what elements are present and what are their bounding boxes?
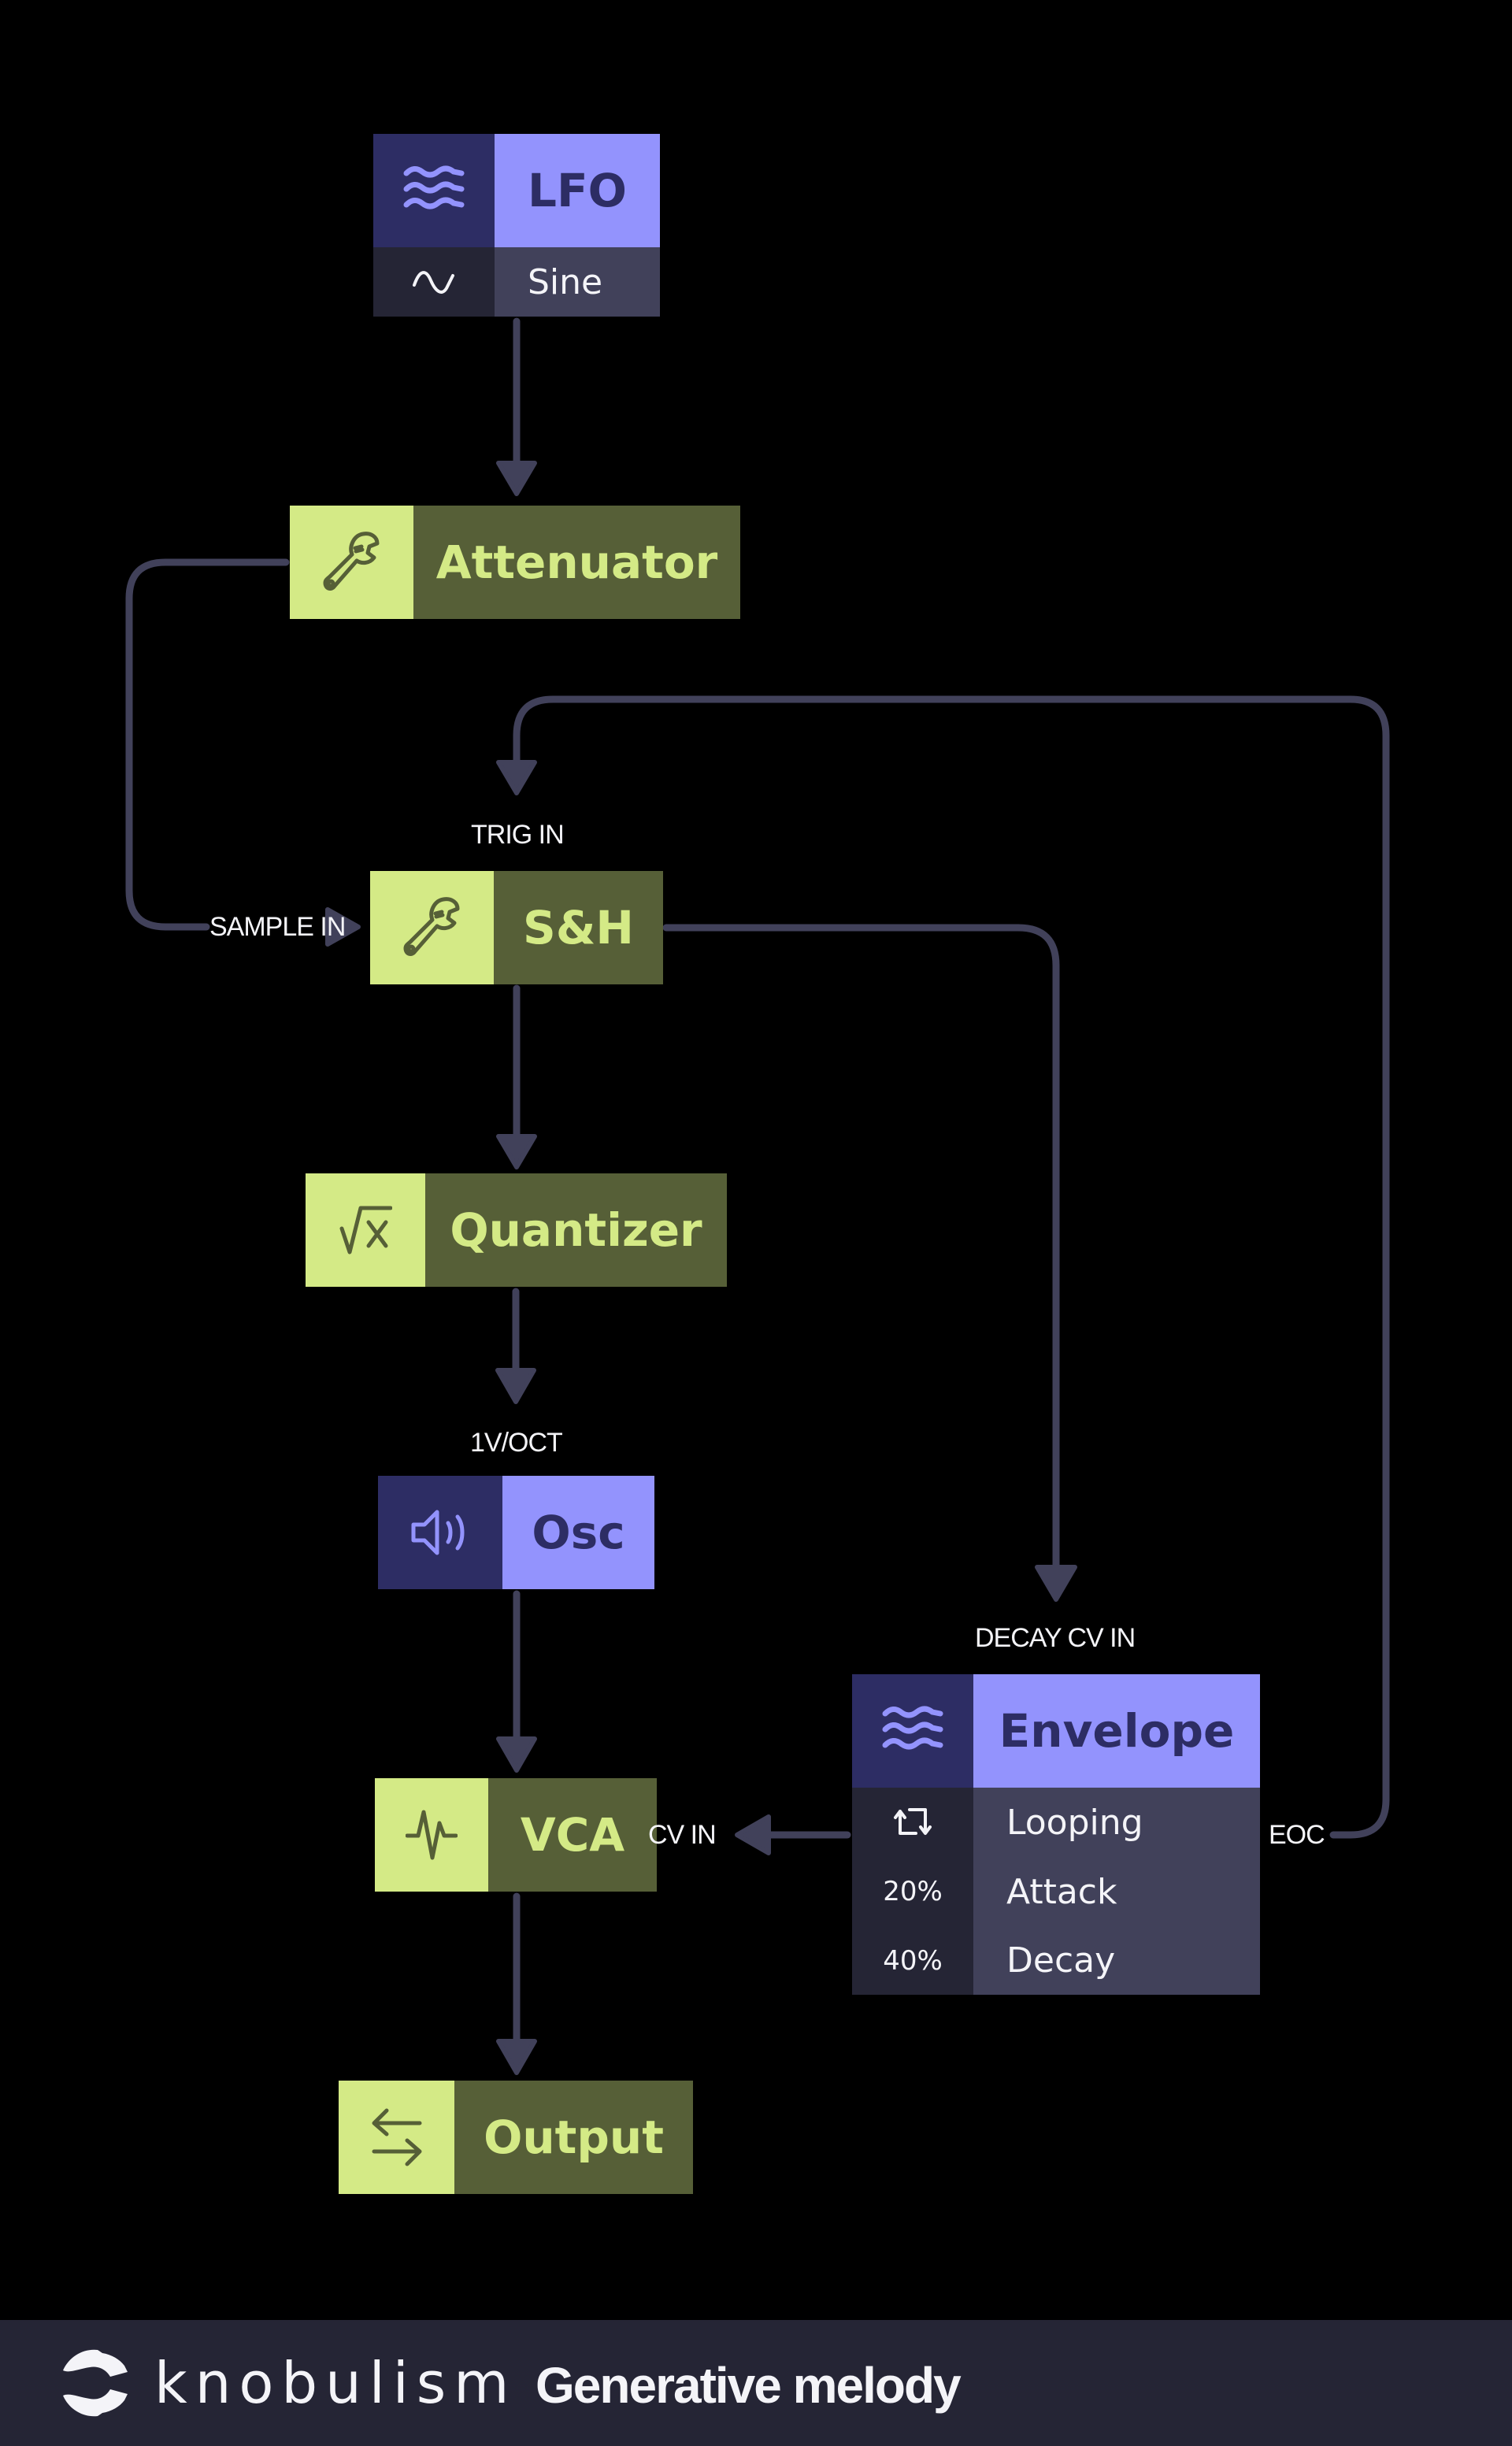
module-output[interactable]: Output <box>339 2081 693 2194</box>
knobulism-logo-icon <box>63 2349 128 2417</box>
wrench-icon <box>290 506 413 619</box>
param-label: Attack <box>973 1857 1260 1926</box>
port-label-1v-oct: 1V/OCT <box>470 1428 563 1458</box>
square-root-icon <box>306 1173 425 1287</box>
arrow-head <box>496 760 537 795</box>
module-lfo[interactable]: LFO Sine <box>373 134 660 317</box>
param-row-attack[interactable]: 20% Attack <box>852 1857 1260 1926</box>
arrow-head <box>496 2039 537 2075</box>
module-title: Envelope <box>973 1674 1260 1788</box>
module-title: Quantizer <box>425 1173 727 1287</box>
swap-arrows-icon <box>339 2081 454 2194</box>
module-osc[interactable]: Osc <box>378 1476 654 1589</box>
module-quantizer[interactable]: Quantizer <box>306 1173 727 1287</box>
param-label: Decay <box>973 1926 1260 1995</box>
module-attenuator[interactable]: Attenuator <box>290 506 740 619</box>
param-row-decay[interactable]: 40% Decay <box>852 1926 1260 1995</box>
module-title: S&H <box>494 871 663 984</box>
cable-attenuator-to-sample-in[interactable] <box>125 558 290 931</box>
speaker-icon <box>378 1476 502 1589</box>
port-label-cv-in: CV IN <box>648 1820 717 1850</box>
waves-icon <box>373 134 495 247</box>
module-vca[interactable]: VCA <box>375 1778 657 1892</box>
param-value: 20% <box>852 1857 973 1926</box>
module-title: Attenuator <box>413 506 740 619</box>
port-label-decay-cv-in: DECAY CV IN <box>975 1623 1136 1653</box>
arrow-head <box>496 1134 537 1169</box>
arrow-head <box>735 1814 771 1855</box>
brand-name: knobulism <box>154 2350 517 2416</box>
module-title: Osc <box>502 1476 654 1589</box>
patch-cables <box>125 317 1390 2075</box>
arrow-head <box>496 461 537 496</box>
diagram-title: Generative melody <box>536 2357 962 2414</box>
arrow-head <box>496 1736 537 1773</box>
loop-icon <box>852 1788 973 1857</box>
waves-icon <box>852 1674 973 1788</box>
param-row-looping[interactable]: Looping <box>852 1788 1260 1857</box>
module-title: VCA <box>488 1778 657 1892</box>
pulse-icon <box>375 1778 488 1892</box>
module-sample-and-hold[interactable]: S&H <box>370 871 663 984</box>
port-label-sample-in: SAMPLE IN <box>209 912 346 942</box>
module-title: Output <box>454 2081 693 2194</box>
module-title: LFO <box>495 134 660 247</box>
param-value: 40% <box>852 1926 973 1995</box>
wrench-icon <box>370 871 494 984</box>
arrow-head <box>495 1368 536 1404</box>
port-label-eoc: EOC <box>1269 1820 1325 1850</box>
port-label-trig-in: TRIG IN <box>471 820 565 850</box>
waveform-param[interactable]: Sine <box>495 247 660 317</box>
module-envelope[interactable]: Envelope Looping 20% Attack 40% Decay <box>852 1674 1260 1995</box>
arrow-head <box>1035 1565 1077 1602</box>
param-label: Looping <box>973 1788 1260 1857</box>
sine-wave-icon <box>373 247 495 317</box>
